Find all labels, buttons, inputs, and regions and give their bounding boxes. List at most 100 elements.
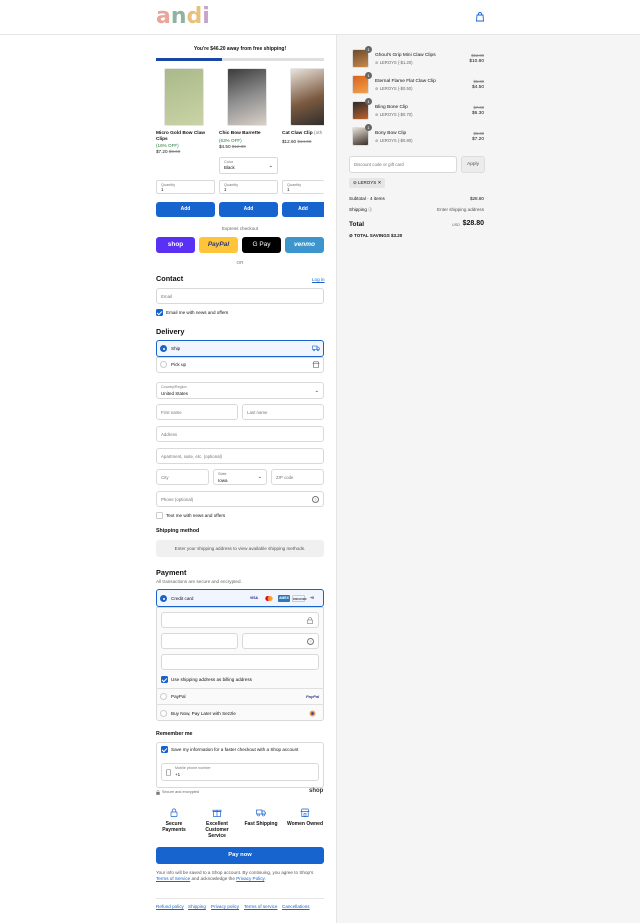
ship-radio[interactable] bbox=[160, 345, 167, 352]
zip-field[interactable]: ZIP code bbox=[271, 469, 324, 485]
trust-women-owned: Women Owned bbox=[286, 821, 324, 827]
apartment-field[interactable]: Apartment, suite, etc. (optional) bbox=[156, 448, 324, 464]
login-link[interactable]: Log in bbox=[312, 277, 325, 282]
amex-icon: AMEX bbox=[278, 595, 290, 602]
billing-checkbox[interactable] bbox=[161, 676, 168, 683]
security-code-field[interactable]: ? bbox=[242, 633, 319, 649]
shopping-bag-icon[interactable] bbox=[475, 12, 485, 22]
ship-option[interactable] bbox=[156, 340, 324, 357]
quantity-badge: 1 bbox=[365, 124, 372, 131]
payment-heading: Payment bbox=[156, 568, 187, 577]
expiry-field[interactable] bbox=[161, 633, 238, 649]
remember-me-heading: Remember me bbox=[156, 731, 193, 737]
privacy-policy-link[interactable]: Privacy policy bbox=[211, 904, 239, 909]
remove-discount-icon[interactable]: ✕ bbox=[378, 180, 382, 185]
paypal-radio[interactable] bbox=[160, 693, 167, 700]
shop-terms-link[interactable]: Terms of Service bbox=[156, 876, 190, 881]
paypal-icon: PayPal bbox=[306, 694, 320, 699]
save-info-checkbox[interactable] bbox=[161, 746, 168, 753]
shipping-link[interactable]: Shipping bbox=[188, 904, 206, 909]
add-button[interactable]: Add bbox=[282, 202, 324, 217]
sezzle-icon bbox=[309, 710, 316, 717]
state-select[interactable]: State Iowa ⌄ bbox=[213, 469, 267, 485]
upsell-product: Micro Gold Bow Claw Clips (16% OFF) $7.2… bbox=[156, 68, 216, 154]
mobile-icon bbox=[166, 769, 171, 776]
country-select[interactable]: Country/Region United States ⌄ bbox=[156, 382, 324, 399]
email-field[interactable]: Email bbox=[156, 288, 324, 304]
payment-subtitle: All transactions are secure and encrypte… bbox=[156, 579, 242, 584]
product-image[interactable] bbox=[164, 68, 204, 126]
lock-icon bbox=[170, 808, 178, 817]
refund-policy-link[interactable]: Refund policy bbox=[156, 904, 184, 909]
total-value: $28.80 bbox=[462, 220, 484, 227]
discount-tag: ⊘ LEROYS ✕ bbox=[349, 178, 386, 188]
google-pay-button[interactable]: G Pay bbox=[242, 237, 281, 253]
venmo-button[interactable]: venmo bbox=[285, 237, 324, 253]
cart-item-name: Ghoul's Grip Mini Claw Clips bbox=[375, 53, 436, 58]
footer-divider bbox=[156, 898, 324, 899]
trust-fast-shipping: Fast Shipping bbox=[244, 821, 278, 827]
upsell-product: Chic Bow Barrette (63% OFF) $4.50 $12.00 bbox=[219, 68, 279, 149]
cancellations-link[interactable]: Cancellations bbox=[282, 904, 310, 909]
last-name-field[interactable]: Last name bbox=[242, 404, 324, 420]
header: andi bbox=[0, 0, 640, 35]
card-number-field[interactable] bbox=[161, 612, 319, 628]
cart-item-name: Eternal Flame Flat Claw Clip bbox=[375, 79, 436, 84]
add-button[interactable]: Add bbox=[219, 202, 278, 217]
free-shipping-progress bbox=[156, 58, 324, 61]
name-on-card-field[interactable] bbox=[161, 654, 319, 670]
tag-icon: ⊘ bbox=[375, 60, 379, 65]
shipping-method-heading: Shipping method bbox=[156, 528, 200, 534]
cart-item-price: $4.50 bbox=[471, 85, 484, 90]
trust-customer-service: Excellent Customer Service bbox=[205, 821, 229, 839]
product-price: $12.60 $14.00 bbox=[282, 138, 312, 144]
save-info-label: Save my information for a faster checkou… bbox=[171, 747, 299, 752]
phone-field[interactable]: Phone (optional)? bbox=[156, 491, 324, 507]
shop-pay-button[interactable]: shop bbox=[156, 237, 195, 253]
shop-privacy-link[interactable]: Privacy Policy bbox=[236, 876, 264, 881]
pay-now-button[interactable]: Pay now bbox=[156, 847, 324, 864]
help-icon[interactable]: ⓘ bbox=[368, 207, 372, 212]
product-image[interactable] bbox=[290, 68, 324, 126]
billing-label: Use shipping address as billing address bbox=[171, 677, 252, 682]
first-name-field[interactable]: First name bbox=[156, 404, 238, 420]
shipping-value: Enter shipping address bbox=[437, 207, 484, 212]
discount-code-input[interactable]: Discount code or gift card bbox=[349, 156, 457, 173]
logo-letter: n bbox=[170, 4, 187, 29]
brand-logo[interactable]: andi bbox=[156, 6, 210, 28]
product-price: $7.20 $8.60 bbox=[156, 149, 181, 154]
tag-icon: ⊘ bbox=[375, 138, 379, 143]
help-icon[interactable]: ? bbox=[307, 637, 314, 645]
paypal-button[interactable]: PayPal bbox=[199, 237, 238, 253]
address-field[interactable]: Address bbox=[156, 426, 324, 442]
quantity-badge: 1 bbox=[365, 72, 372, 79]
product-image[interactable] bbox=[227, 68, 267, 126]
cart-item-old-price: $8.00 bbox=[473, 131, 484, 136]
cart-item-price: $10.80 bbox=[469, 59, 484, 64]
city-field[interactable]: City bbox=[156, 469, 209, 485]
quantity-input[interactable]: Quantity 1 bbox=[282, 180, 324, 194]
lock-icon bbox=[307, 617, 313, 624]
terms-of-service-link[interactable]: Terms of service bbox=[244, 904, 277, 909]
cart-item-old-price: $7.00 bbox=[473, 105, 484, 110]
help-icon[interactable]: ? bbox=[312, 495, 319, 503]
cart-item-old-price: $5.00 bbox=[473, 79, 484, 84]
mobile-phone-field[interactable]: Mobile phone number +1 bbox=[161, 763, 319, 781]
credit-card-radio[interactable] bbox=[160, 595, 167, 602]
sezzle-radio[interactable] bbox=[160, 710, 167, 717]
cart-item-price: $7.20 bbox=[471, 137, 484, 142]
product-name: Cat Claw Clip (oth bbox=[282, 131, 323, 136]
quantity-input[interactable]: Quantity 1 bbox=[219, 180, 278, 194]
shop-logo: shop bbox=[309, 788, 324, 794]
sms-checkbox[interactable] bbox=[156, 512, 163, 519]
newsletter-checkbox[interactable] bbox=[156, 309, 163, 316]
pickup-radio[interactable] bbox=[160, 361, 167, 368]
tag-icon: ⊘ bbox=[375, 86, 379, 91]
add-button[interactable]: Add bbox=[156, 202, 215, 217]
divider bbox=[156, 704, 324, 705]
ship-label: Ship bbox=[171, 346, 181, 351]
color-select[interactable]: Color Black ⌄ bbox=[219, 157, 278, 174]
apply-button[interactable]: Apply bbox=[461, 156, 485, 173]
quantity-input[interactable]: Quantity 1 bbox=[156, 180, 215, 194]
credit-card-label: Credit card bbox=[171, 596, 194, 601]
